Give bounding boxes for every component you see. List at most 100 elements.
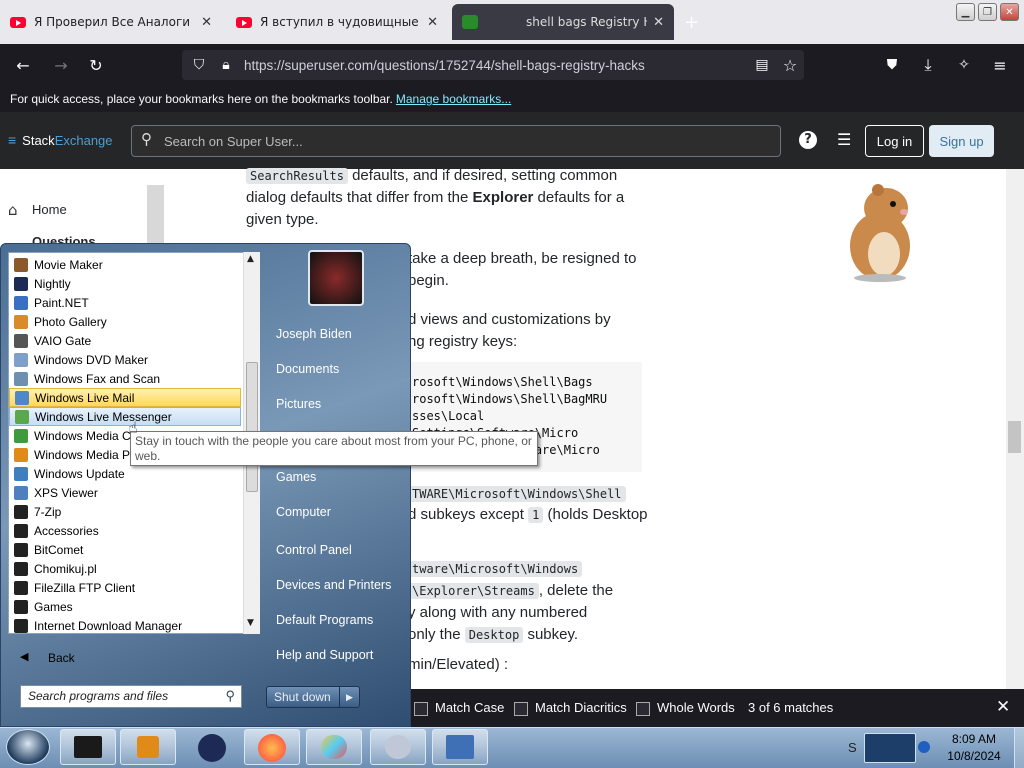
download-icon[interactable]: ⤓ [917,54,939,76]
url-text: https://superuser.com/questions/1752744/… [244,57,645,73]
tab-close-icon[interactable]: ✕ [653,15,664,30]
forward-arrow-icon[interactable]: → [50,54,72,76]
taskbar-snipping[interactable] [370,729,426,765]
signup-button[interactable]: Sign up [929,125,994,157]
taskbar-firefox[interactable] [244,729,300,765]
program-item[interactable]: Chomikuj.pl [9,559,241,578]
tab-2[interactable]: Я вступил в чудовищные груп ✕ [226,6,448,38]
start-link-help-support[interactable]: Help and Support [276,648,373,662]
program-item[interactable]: Windows Live Messenger [9,407,241,426]
home-icon: ⌂ [8,201,18,219]
start-link-computer[interactable]: Computer [276,505,331,519]
match-diacritics-option[interactable]: Match Diacritics [514,700,627,716]
bookmark-star-icon[interactable]: ☆ [779,54,801,76]
bookmarks-bar: For quick access, place your bookmarks h… [0,86,1024,112]
tab-close-icon[interactable]: ✕ [201,15,212,30]
manage-bookmarks-link[interactable]: Manage bookmarks... [396,92,511,106]
whole-words-option[interactable]: Whole Words [636,700,735,716]
scroll-up-icon[interactable]: ▲ [247,254,254,264]
program-icon [15,390,29,405]
program-item[interactable]: Movie Maker [9,255,241,274]
url-bar[interactable]: https://superuser.com/questions/1752744/… [182,50,804,80]
start-orb-icon[interactable] [6,729,50,765]
start-link-default-programs[interactable]: Default Programs [276,613,373,627]
login-button[interactable]: Log in [865,125,924,157]
program-item[interactable]: VAIO Gate [9,331,241,350]
help-icon[interactable]: ? [799,131,817,149]
user-picture[interactable] [308,250,364,306]
shutdown-label: Shut down [274,690,331,704]
program-item[interactable]: Windows Fax and Scan [9,369,241,388]
program-item[interactable]: 7-Zip [9,502,241,521]
program-icon [14,599,28,614]
restore-button[interactable]: ❐ [978,3,997,21]
tab-3-active[interactable]: shell bags Registry H ✕ [452,4,674,40]
code-key: TWARE\Microsoft\Windows\Shell [408,486,626,502]
stackexchange-logo[interactable]: ≡ StackExchange [8,132,113,148]
start-link-pictures[interactable]: Pictures [276,397,321,411]
start-link-games[interactable]: Games [276,470,316,484]
programs-scroll-thumb[interactable] [246,362,258,492]
program-item[interactable]: FileZilla FTP Client [9,578,241,597]
extensions-icon[interactable]: ✧ [953,54,975,76]
tray-network-icon[interactable] [864,733,916,763]
program-item[interactable]: Games [9,597,241,616]
tab-title: Я Проверил Все Аналоги Ютуб [34,15,195,29]
close-findbar-icon[interactable]: ✕ [996,697,1010,717]
taskbar-media-player[interactable] [120,729,176,765]
code-searchresults: SearchResults [246,168,348,184]
page-scrollbar[interactable] [1006,169,1024,689]
reload-icon[interactable]: ↻ [85,54,107,76]
minimize-button[interactable]: ▁ [956,3,975,21]
lock-icon[interactable]: 🔒︎ [215,54,237,76]
scroll-thumb[interactable] [1008,421,1021,453]
taskbar-fax[interactable] [432,729,488,765]
program-item[interactable]: BitComet [9,540,241,559]
taskbar-nightly[interactable] [184,729,240,765]
match-case-label: Match Case [435,700,505,715]
program-item[interactable]: XPS Viewer [9,483,241,502]
match-case-checkbox[interactable] [414,701,428,716]
start-link-documents[interactable]: Documents [276,362,339,376]
program-item[interactable]: Windows Update [9,464,241,483]
match-case-option[interactable]: Match Case [414,700,504,716]
program-item[interactable]: Paint.NET [9,293,241,312]
program-item[interactable]: Accessories [9,521,241,540]
tray-icon[interactable] [918,741,930,753]
program-item[interactable]: Internet Download Manager [9,616,241,635]
start-link-control-panel[interactable]: Control Panel [276,543,352,557]
shield-icon[interactable]: ⛉ [188,54,210,76]
site-search-input[interactable]: ⚲ Search on Super User... [131,125,781,157]
back-button[interactable]: ◀ Back [8,645,260,671]
pocket-icon[interactable]: ⛊ [881,54,903,76]
start-search-input[interactable]: Search programs and files ⚲ [20,685,242,708]
match-diacritics-checkbox[interactable] [514,701,528,716]
taskbar-app-1[interactable] [60,729,116,765]
program-item[interactable]: Photo Gallery [9,312,241,331]
whole-words-checkbox[interactable] [636,701,650,716]
close-window-button[interactable]: ✕ [1000,3,1019,21]
paint-icon [321,735,347,759]
shutdown-options-arrow-icon[interactable]: ▶ [339,687,359,707]
program-item[interactable]: Windows DVD Maker [9,350,241,369]
taskbar-paint[interactable] [306,729,362,765]
tab-close-icon[interactable]: ✕ [427,15,438,30]
reader-view-icon[interactable]: ▤ [751,54,773,76]
new-tab-button[interactable]: + [684,12,699,33]
scroll-down-icon[interactable]: ▼ [247,618,254,628]
program-item[interactable]: Windows Live Mail [9,388,241,407]
menu-icon[interactable]: ≡ [989,54,1011,76]
text-line: given type. [246,211,319,228]
program-item[interactable]: Nightly [9,274,241,293]
taskbar-clock[interactable]: 8:09 AM 10/8/2024 [938,731,1010,765]
site-switcher-icon[interactable]: ☰ [837,131,853,149]
start-link-devices-printers[interactable]: Devices and Printers [276,578,391,592]
tab-1[interactable]: Я Проверил Все Аналоги Ютуб ✕ [0,6,222,38]
show-desktop-button[interactable] [1014,728,1024,768]
nav-home[interactable]: Home [32,202,67,217]
start-link-user[interactable]: Joseph Biden [276,327,352,341]
back-arrow-icon[interactable]: ← [12,54,34,76]
shutdown-button[interactable]: Shut down ▶ [266,686,360,708]
bookmarks-hint: For quick access, place your bookmarks h… [10,92,393,106]
tab-title: shell bags Registry H [526,15,648,29]
